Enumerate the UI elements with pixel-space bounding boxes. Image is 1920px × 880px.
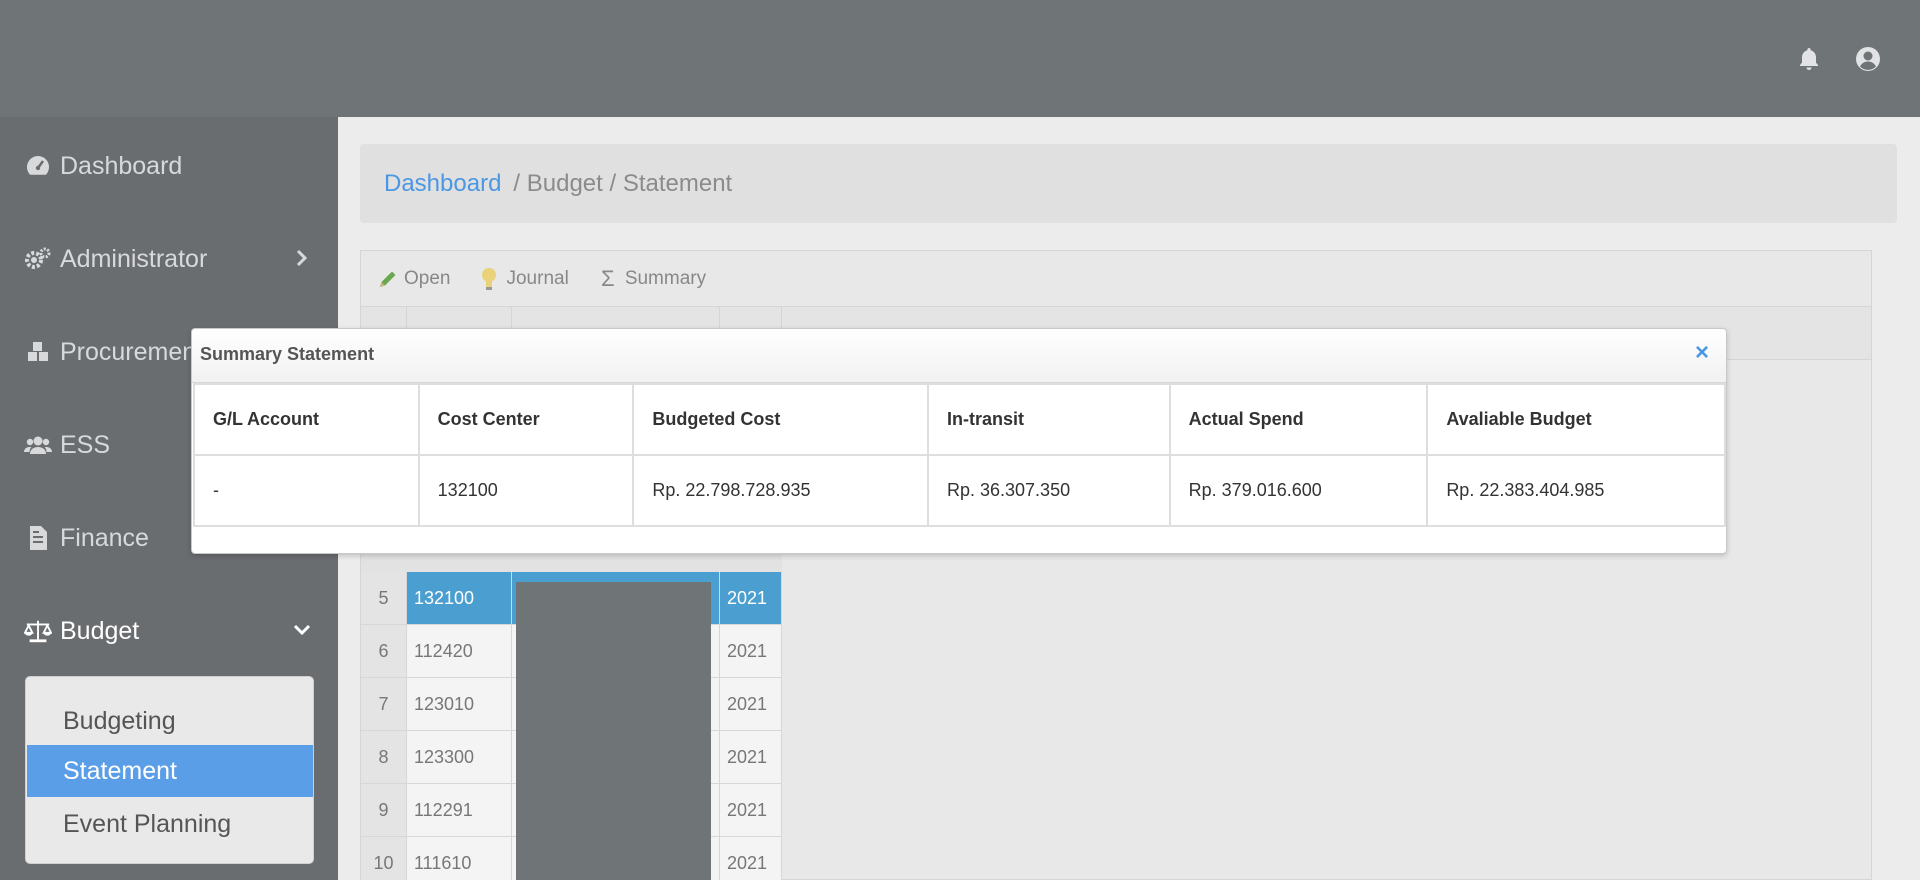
column-header-actual-spend: Actual Spend [1168,383,1429,456]
budget-submenu: Budgeting Statement Event Planning [25,676,314,864]
summary-table: G/L Account Cost Center Budgeted Cost In… [193,383,1726,527]
tachometer-icon [24,152,52,180]
lightbulb-icon [478,267,500,291]
period-cell: 2021 [720,731,782,784]
cost-center-cell: 123010 [407,678,512,731]
available-budget-cell: Rp. 22.383.404.985 [1426,454,1726,527]
pencil-icon [376,267,398,291]
sidebar-item-ess[interactable]: ESS [24,425,110,465]
table-row: - 132100 Rp. 22.798.728.935 Rp. 36.307.3… [193,454,1726,527]
sidebar-item-label: Procurement [60,337,204,366]
row-number: 5 [361,572,407,625]
cost-center-cell: 132100 [417,454,635,527]
open-label: Open [404,268,451,289]
journal-label: Journal [506,268,569,289]
bell-icon[interactable] [1794,44,1824,74]
cost-center-cell: 112291 [407,784,512,837]
redacted-description-block [516,582,711,880]
cost-center-cell: 111610 [407,837,512,880]
journal-button[interactable]: Journal [478,267,569,291]
gl-account-cell: - [193,454,420,527]
sidebar-item-label: ESS [60,430,111,459]
summary-header-row: G/L Account Cost Center Budgeted Cost In… [193,383,1726,456]
breadcrumb-path: / Budget / Statement [513,169,733,197]
cost-center-cell: 132100 [407,572,512,625]
cogs-icon [24,245,52,273]
close-icon[interactable]: × [1690,339,1714,366]
summary-button[interactable]: Σ Summary [597,266,707,291]
sidebar-item-finance[interactable]: Finance [24,518,149,558]
sidebar-item-label: Finance [60,523,149,552]
column-header-budgeted-cost: Budgeted Cost [632,383,929,456]
sidebar-item-procurement[interactable]: Procurement [24,332,203,372]
row-number: 8 [361,731,407,784]
row-number: 7 [361,678,407,731]
user-circle-icon[interactable] [1853,44,1883,74]
sidebar-item-budget[interactable]: Budget [24,611,139,651]
cost-center-cell: 123300 [407,731,512,784]
open-button[interactable]: Open [376,267,450,291]
summary-label: Summary [624,268,707,289]
row-number: 6 [361,625,407,678]
column-header-gl-account: G/L Account [193,383,420,456]
chevron-right-icon [292,248,312,268]
top-bar [0,0,1920,117]
period-cell: 2021 [720,678,782,731]
sidebar-item-dashboard[interactable]: Dashboard [24,146,182,186]
budgeted-cost-cell: Rp. 22.798.728.935 [632,454,929,527]
actual-spend-cell: Rp. 379.016.600 [1168,454,1429,527]
period-cell: 2021 [720,837,782,880]
modal-header: Summary Statement × [192,329,1726,383]
sidebar-item-label: Dashboard [60,151,183,180]
period-cell: 2021 [720,625,782,678]
submenu-item-statement[interactable]: Statement [27,745,313,797]
row-number: 10 [361,837,407,880]
row-number: 9 [361,784,407,837]
column-header-available-budget: Avaliable Budget [1426,383,1726,456]
file-invoice-icon [24,524,52,552]
cost-center-cell: 112420 [407,625,512,678]
breadcrumb-home-link[interactable]: Dashboard [384,170,501,198]
sidebar-item-label: Administrator [60,244,208,273]
cubes-icon [24,338,52,366]
chevron-down-icon [292,620,312,640]
modal-title: Summary Statement [200,344,375,364]
sidebar-item-label: Budget [60,616,140,645]
toolbar: Open Journal Σ Summary [376,264,734,294]
breadcrumb: Dashboard / Budget / Statement [360,144,1897,223]
period-cell: 2021 [720,784,782,837]
period-cell: 2021 [720,572,782,625]
balance-scale-icon [24,617,52,645]
submenu-item-event-planning[interactable]: Event Planning [27,798,313,850]
column-header-cost-center: Cost Center [417,383,635,456]
sigma-icon: Σ [601,266,615,291]
summary-statement-modal: Summary Statement × G/L Account Cost Cen… [191,328,1727,554]
users-icon [24,431,52,459]
in-transit-cell: Rp. 36.307.350 [926,454,1171,527]
column-header-in-transit: In-transit [926,383,1171,456]
sidebar-item-administrator[interactable]: Administrator [24,239,207,279]
submenu-item-budgeting[interactable]: Budgeting [27,695,313,747]
